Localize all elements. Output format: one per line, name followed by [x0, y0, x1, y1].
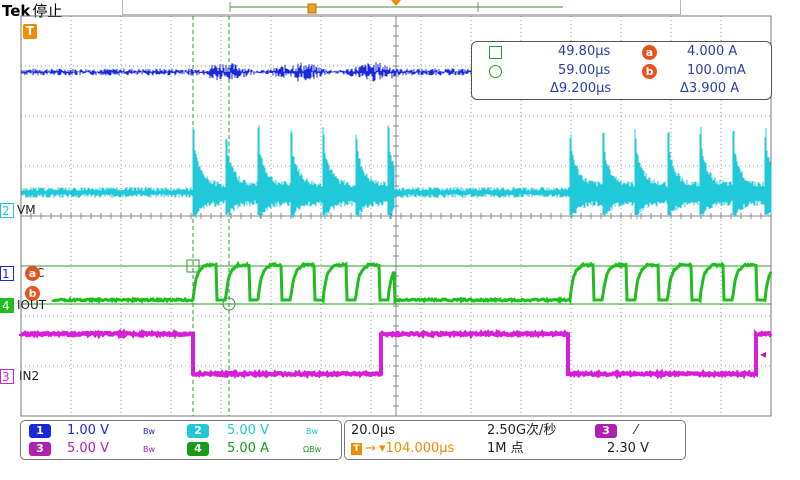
trigger-position-icon: T [351, 443, 362, 455]
horizontal-trigger-panel[interactable]: 20.0μs 2.50G次/秒 3 ⁄ T → ▾104.000μs 1M 点 … [344, 420, 686, 460]
cursor-square-icon [489, 46, 502, 59]
cursor-delta-time: Δ9.200μs [550, 81, 612, 96]
vertical-settings-panel[interactable]: 1 1.00 V Bw 2 5.00 V Bw 3 5.00 V Bw 4 5.… [20, 420, 342, 460]
ch3-label: IN2 [19, 369, 40, 383]
settings-bar: 1 1.00 V Bw 2 5.00 V Bw 3 5.00 V Bw 4 5.… [0, 419, 800, 480]
sample-rate: 2.50G次/秒 [487, 423, 557, 438]
ch3-bw-icon: Bw [143, 445, 156, 454]
ch1-scale[interactable]: 1.00 V [67, 423, 109, 438]
cursor-readout-panel: 49.80μs a 4.000 A 59.00μs b 100.0mA Δ9.2… [471, 41, 772, 100]
timebase-scale[interactable]: 20.0μs [351, 423, 395, 438]
cursor-b-value: 100.0mA [687, 63, 746, 78]
ch1-chip[interactable]: 1 [29, 424, 51, 438]
ch2-chip[interactable]: 2 [187, 424, 209, 438]
ch4-ground-marker[interactable]: 4 [0, 298, 14, 313]
ch4-label: IOUT [17, 298, 47, 312]
ch4-chip[interactable]: 4 [187, 442, 209, 456]
ch2-ground-marker[interactable]: 2 [0, 203, 14, 218]
cursor-a-icon: a [642, 45, 657, 60]
cursor-2-time: 59.00μs [558, 63, 611, 78]
trigger-level[interactable]: 2.30 V [607, 441, 649, 456]
cursor-delta-value: Δ3.900 A [680, 81, 740, 96]
ch2-bw-icon: Bw [306, 427, 319, 436]
trigger-level-arrow-icon[interactable]: ◂ [760, 347, 766, 361]
ch1-ground-marker[interactable]: 1 [0, 266, 14, 281]
cursor-a-value: 4.000 A [687, 44, 738, 59]
ch1-bw-icon: Bw [143, 427, 156, 436]
ch3-scale[interactable]: 5.00 V [67, 441, 109, 456]
ch2-scale[interactable]: 5.00 V [227, 423, 269, 438]
cursor-circle-icon [489, 65, 502, 78]
trigger-arrow-icon: → [365, 441, 376, 456]
ch3-chip[interactable]: 3 [29, 442, 51, 456]
trigger-position-value[interactable]: ▾104.000μs [379, 441, 454, 456]
trigger-slope-icon[interactable]: ⁄ [635, 423, 637, 438]
ch4-trace [51, 260, 773, 306]
cursor-a-level-marker[interactable]: a [25, 266, 40, 281]
cursor-b-icon: b [642, 64, 657, 79]
cursor-1-time: 49.80μs [558, 44, 611, 59]
trigger-position-marker[interactable]: T [23, 24, 37, 39]
ch2-label: VM [17, 203, 36, 217]
record-length[interactable]: 1M 点 [487, 441, 524, 456]
ch4-bw-icon: ΩBw [303, 445, 322, 454]
ch4-scale[interactable]: 5.00 A [227, 441, 269, 456]
trigger-source-chip[interactable]: 3 [595, 424, 617, 438]
ch3-ground-marker[interactable]: 3 [0, 369, 14, 384]
